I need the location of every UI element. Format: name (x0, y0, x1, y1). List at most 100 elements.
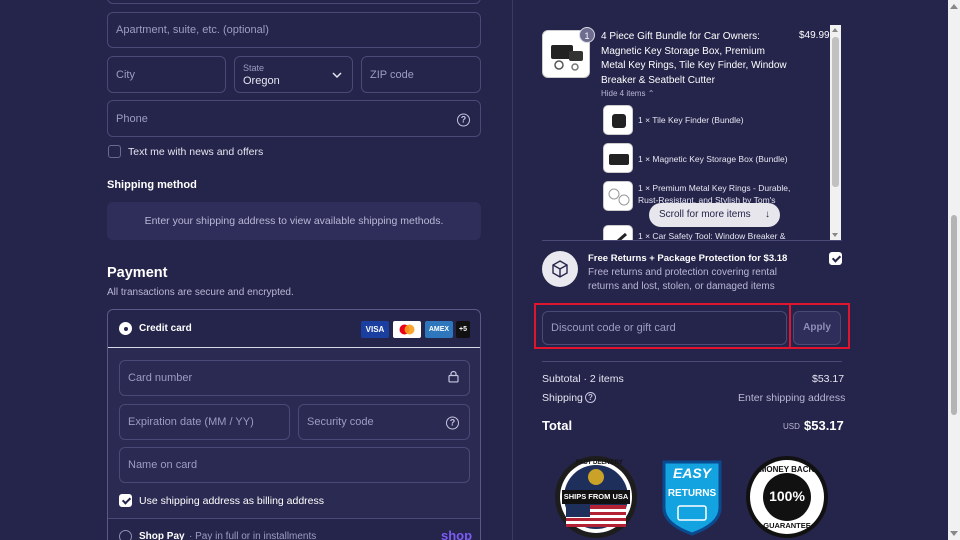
name-on-card-placeholder: Name on card (128, 459, 198, 471)
payment-methods: Credit card VISA AMEX +5 Card number Exp… (107, 309, 481, 540)
shipping-method-heading: Shipping method (107, 179, 197, 191)
sub-item-4: 1 × Car Safety Tool: Window Breaker & (638, 231, 786, 240)
text-me-checkbox[interactable] (108, 145, 121, 158)
payment-heading: Payment (107, 265, 168, 281)
protection-title: Free Returns + Package Protection for $3… (588, 253, 788, 264)
product-price: $49.99 (799, 30, 830, 41)
cart-scroll-thumb[interactable] (832, 37, 839, 187)
shop-pay-option[interactable]: Shop Pay · Pay in full or in installment… (108, 518, 480, 540)
credit-card-label: Credit card (139, 323, 192, 334)
shipping-method-message: Enter your shipping address to view avai… (144, 215, 444, 227)
discount-highlight-divider (789, 303, 791, 349)
shipping-method-notice: Enter your shipping address to view avai… (107, 202, 481, 240)
lock-icon (448, 370, 459, 386)
easy-returns-seal: EASY RETURNS (658, 456, 726, 540)
page-scrollbar[interactable] (948, 0, 960, 540)
amex-card-icon: AMEX (425, 321, 453, 338)
credit-card-option[interactable]: Credit card VISA AMEX +5 (108, 310, 480, 348)
divider (542, 240, 842, 241)
sub-item-2: 1 × Magnetic Key Storage Box (Bundle) (638, 154, 788, 164)
hide-items-label: Hide 4 items (601, 89, 646, 98)
page-scroll-down[interactable] (950, 531, 958, 536)
state-select[interactable]: State Oregon (234, 56, 353, 93)
expiration-field[interactable]: Expiration date (MM / YY) (119, 404, 290, 440)
page-scroll-thumb[interactable] (951, 215, 957, 415)
guarantee-text: GUARANTEE (763, 521, 811, 530)
cart-items: 1 4 Piece Gift Bundle for Car Owners: Ma… (542, 25, 842, 240)
card-number-field[interactable]: Card number (119, 360, 470, 396)
returns-text: RETURNS (667, 488, 717, 499)
phone-placeholder: Phone (116, 112, 148, 125)
key-rings-thumbnail (603, 181, 633, 211)
payment-subheading: All transactions are secure and encrypte… (107, 287, 294, 298)
apartment-field[interactable]: Apartment, suite, etc. (optional) (107, 12, 481, 48)
shipping-value: Enter shipping address (738, 392, 846, 404)
help-icon[interactable]: ? (457, 111, 470, 126)
total-value: $53.17 (804, 418, 844, 433)
cart-scroll-down[interactable] (832, 233, 838, 237)
discount-input[interactable]: Discount code or gift card (542, 311, 787, 345)
security-code-placeholder: Security code (307, 416, 374, 428)
protection-description: Free returns and protection covering ren… (588, 267, 777, 292)
city-placeholder: City (116, 68, 135, 81)
zip-field[interactable]: ZIP code (361, 56, 481, 93)
tile-finder-thumbnail (603, 105, 633, 135)
ships-from-usa-text: SHIPS FROM USA (563, 492, 629, 501)
scroll-more-hint[interactable]: Scroll for more items ↓ (649, 203, 780, 227)
phone-field[interactable]: Phone ? (107, 100, 481, 137)
page-scroll-up[interactable] (950, 4, 958, 9)
visa-card-icon: VISA (361, 321, 389, 338)
quantity-badge: 1 (579, 27, 595, 43)
safety-tool-thumbnail (603, 225, 633, 240)
credit-card-fields: Card number Expiration date (MM / YY) Se… (108, 348, 480, 518)
shop-pay-radio[interactable] (119, 530, 132, 540)
security-code-field[interactable]: Security code ? (298, 404, 470, 440)
shop-pay-label: Shop Pay (139, 531, 185, 540)
fast-delivery-text: FAST DELIVERY (576, 460, 623, 466)
money-back-text: MONEY BACK (759, 465, 815, 474)
mastercard-icon (393, 321, 421, 338)
name-on-card-field[interactable]: Name on card (119, 447, 470, 483)
zip-placeholder: ZIP code (370, 68, 414, 81)
hide-items-toggle[interactable]: Hide 4 items ⌃ (601, 89, 654, 98)
city-field[interactable]: City (107, 56, 226, 93)
expiration-placeholder: Expiration date (MM / YY) (128, 416, 254, 428)
total-label: Total (542, 418, 573, 433)
shop-pay-description: · Pay in full or in installments (189, 531, 317, 540)
subtotal-value: $53.17 (812, 373, 845, 385)
shop-pay-logo: shop (441, 528, 473, 540)
key-box-thumbnail (603, 143, 633, 173)
apply-button[interactable]: Apply (793, 311, 841, 345)
shipping-label: Shipping (542, 392, 583, 404)
arrow-down-icon: ↓ (765, 209, 770, 220)
more-cards-badge: +5 (456, 321, 470, 338)
cart-scrollbar[interactable] (830, 25, 841, 240)
state-label: State (243, 63, 265, 73)
apartment-placeholder: Apartment, suite, etc. (optional) (116, 24, 269, 36)
money-back-seal: MONEY BACK 100% GUARANTEE (745, 455, 829, 539)
checkout-form: Apartment, suite, etc. (optional) City S… (0, 0, 512, 540)
card-number-placeholder: Card number (128, 372, 193, 384)
currency-code: USD (783, 422, 800, 431)
shipping-help-icon[interactable]: ? (585, 392, 596, 403)
order-summary: 1 4 Piece Gift Bundle for Car Owners: Ma… (513, 0, 948, 540)
product-title: 4 Piece Gift Bundle for Car Owners: Magn… (601, 31, 787, 86)
chevron-down-icon (332, 68, 342, 82)
fast-delivery-seal: FAST DELIVERY SHIPS FROM USA (554, 455, 638, 539)
package-icon (542, 251, 578, 287)
discount-placeholder: Discount code or gift card (551, 322, 676, 334)
easy-text: EASY (672, 465, 712, 481)
protection-checkbox[interactable] (829, 252, 842, 265)
billing-same-label: Use shipping address as billing address (139, 495, 325, 507)
address-field-partial[interactable] (107, 0, 481, 4)
sub-item-1: 1 × Tile Key Finder (Bundle) (638, 115, 744, 125)
text-me-label: Text me with news and offers (128, 146, 264, 158)
help-icon[interactable]: ? (446, 415, 459, 430)
state-value: Oregon (243, 75, 280, 87)
subtotal-label: Subtotal · 2 items (542, 373, 624, 385)
hundred-percent-text: 100% (769, 488, 805, 504)
credit-card-radio[interactable] (119, 322, 132, 335)
cart-scroll-up[interactable] (832, 28, 838, 32)
billing-same-checkbox[interactable] (119, 494, 132, 507)
scroll-hint-label: Scroll for more items (659, 209, 751, 220)
